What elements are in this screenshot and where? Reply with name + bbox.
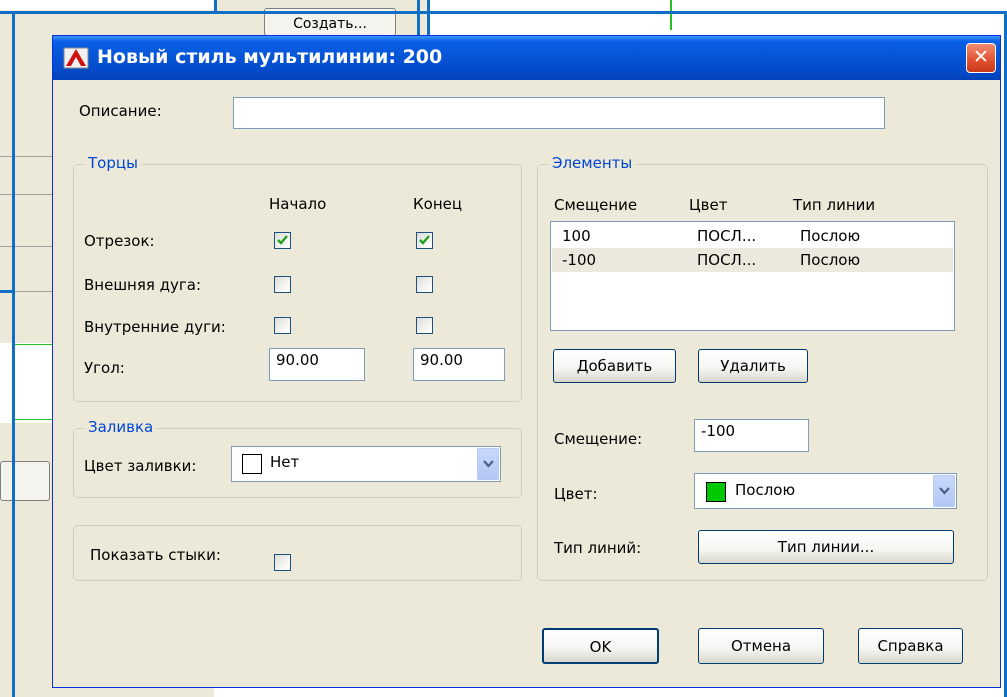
elements-group-title: Элементы xyxy=(549,154,636,172)
add-element-button[interactable]: Добавить xyxy=(553,349,676,383)
help-button[interactable]: Справка xyxy=(858,628,963,664)
inner-arcs-end-checkbox[interactable] xyxy=(416,317,433,334)
caps-end-header: Конец xyxy=(413,195,463,213)
annotation-line xyxy=(0,290,15,293)
color-swatch xyxy=(706,482,726,502)
offset-column-header: Смещение xyxy=(554,196,638,214)
close-button[interactable]: ✕ xyxy=(966,43,996,73)
element-color: ПОСЛ... xyxy=(697,251,757,269)
drawing-area xyxy=(0,383,52,423)
outer-arc-start-checkbox[interactable] xyxy=(274,276,291,293)
line-cap-label: Отрезок: xyxy=(84,232,155,250)
element-linetype: Послою xyxy=(800,251,861,269)
background-button[interactable] xyxy=(0,461,50,501)
element-color: ПОСЛ... xyxy=(697,227,757,245)
offset-label: Смещение: xyxy=(554,430,643,448)
inner-arcs-label: Внутренние дуги: xyxy=(84,318,226,336)
chevron-down-icon xyxy=(939,487,950,495)
divider xyxy=(0,246,52,247)
autocad-icon xyxy=(63,47,89,69)
drawing-line xyxy=(14,419,54,420)
annotation-line xyxy=(417,0,420,38)
divider xyxy=(0,156,52,157)
linetype-button[interactable]: Тип линии... xyxy=(698,530,954,564)
title-bar[interactable]: Новый стиль мультилинии: 200 ✕ xyxy=(53,36,1000,80)
elements-list[interactable]: 100 ПОСЛ... Послою -100 ПОСЛ... Послою xyxy=(550,221,955,331)
drawing-area xyxy=(0,343,52,383)
background-strip xyxy=(0,0,214,10)
line-start-checkbox[interactable] xyxy=(274,232,291,249)
fill-color-swatch xyxy=(242,454,262,474)
color-label: Цвет: xyxy=(554,485,598,503)
list-item[interactable]: 100 ПОСЛ... Послою xyxy=(552,224,953,248)
fill-group-title: Заливка xyxy=(85,418,157,436)
fill-color-select[interactable]: Нет xyxy=(231,446,501,482)
checkmark-icon xyxy=(419,235,430,245)
delete-element-button[interactable]: Удалить xyxy=(698,349,808,383)
color-select[interactable]: Послою xyxy=(694,473,957,509)
linetype-column-header: Тип линии xyxy=(793,196,876,214)
color-column-header: Цвет xyxy=(689,196,728,214)
line-end-checkbox[interactable] xyxy=(416,232,433,249)
element-offset: -100 xyxy=(562,251,597,269)
offset-input[interactable]: -100 xyxy=(694,419,809,452)
show-joints-checkbox[interactable] xyxy=(274,554,291,571)
outer-arc-end-checkbox[interactable] xyxy=(416,276,433,293)
caps-group-title: Торцы xyxy=(85,154,141,172)
divider xyxy=(0,194,52,195)
annotation-line xyxy=(12,11,1006,14)
list-item[interactable]: -100 ПОСЛ... Послою xyxy=(552,248,953,272)
color-value: Послою xyxy=(735,481,796,499)
description-label: Описание: xyxy=(79,102,162,120)
linetype-label: Тип линий: xyxy=(554,539,642,557)
dropdown-arrow[interactable] xyxy=(933,475,955,507)
element-linetype: Послою xyxy=(800,227,861,245)
dialog-title: Новый стиль мультилинии: 200 xyxy=(97,46,443,68)
annotation-line xyxy=(12,11,15,697)
angle-end-input[interactable]: 90.00 xyxy=(413,348,505,381)
drawing-line xyxy=(14,344,54,345)
checkmark-icon xyxy=(277,235,288,245)
element-offset: 100 xyxy=(562,227,591,245)
angle-label: Угол: xyxy=(84,359,125,377)
multiline-style-dialog: Новый стиль мультилинии: 200 ✕ Описание:… xyxy=(52,35,1001,688)
fill-color-value: Нет xyxy=(270,453,300,471)
show-joints-label: Показать стыки: xyxy=(90,546,221,564)
outer-arc-label: Внешняя дуга: xyxy=(84,276,202,294)
angle-start-input[interactable]: 90.00 xyxy=(269,348,365,381)
caps-start-header: Начало xyxy=(269,195,327,213)
dropdown-arrow[interactable] xyxy=(477,448,499,480)
ok-button[interactable]: OK xyxy=(542,628,659,664)
inner-arcs-start-checkbox[interactable] xyxy=(274,317,291,334)
annotation-line xyxy=(427,0,430,38)
chevron-down-icon xyxy=(483,460,494,468)
fill-color-label: Цвет заливки: xyxy=(84,457,197,475)
cancel-button[interactable]: Отмена xyxy=(698,628,824,664)
drawing-line xyxy=(670,0,672,30)
description-input[interactable] xyxy=(233,97,885,129)
